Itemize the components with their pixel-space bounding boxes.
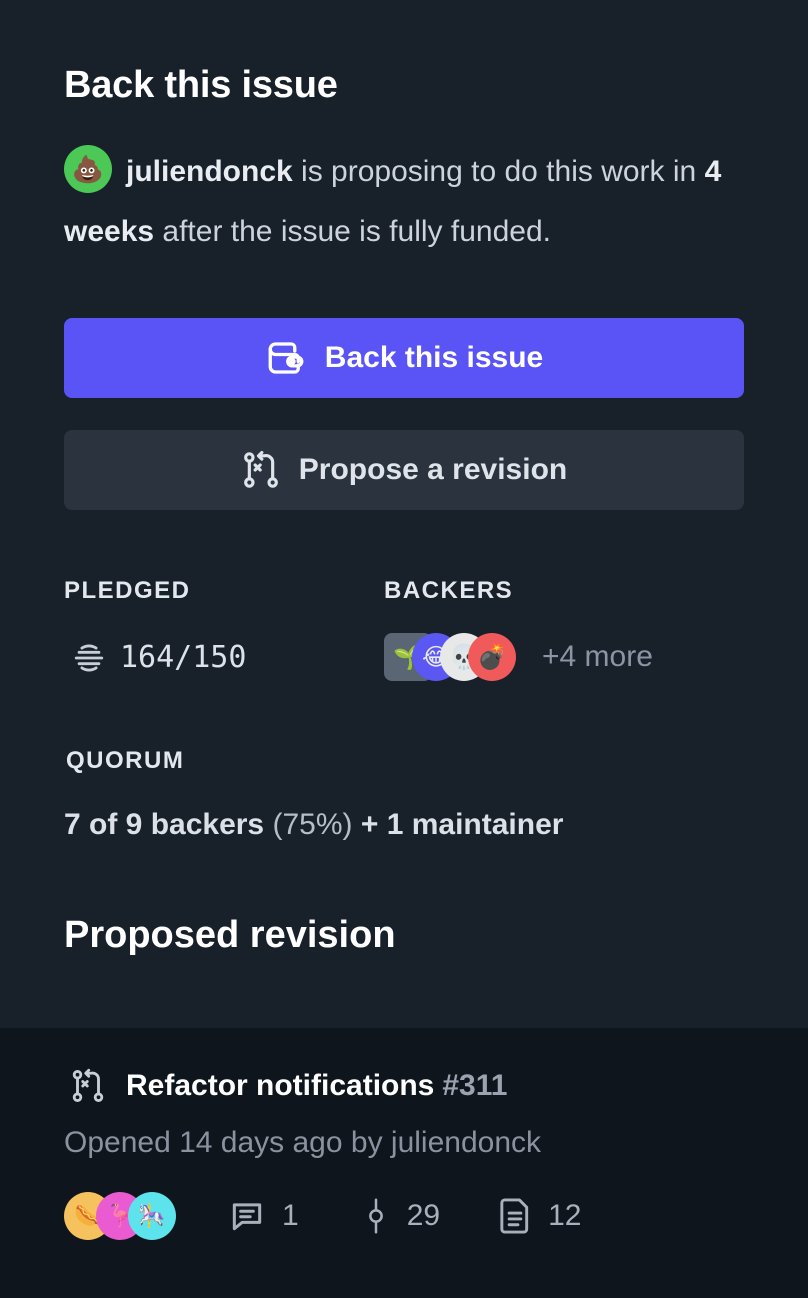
- pull-request-icon: [243, 450, 278, 488]
- quorum-maintainer: + 1 maintainer: [360, 808, 564, 841]
- more-backers-link[interactable]: +4 more: [542, 640, 653, 674]
- commit-icon: [368, 1198, 383, 1234]
- avatar[interactable]: 💣: [468, 633, 516, 681]
- pr-number: #311: [442, 1069, 508, 1102]
- backers-avatars: 🌱 😂 💀 💣 +4 more: [384, 632, 653, 682]
- avatar[interactable]: 🎠: [128, 1192, 176, 1240]
- quorum-value: 7 of 9 backers (75%) + 1 maintainer: [64, 808, 563, 842]
- pr-meta: Opened 14 days ago by juliendonck: [64, 1126, 542, 1159]
- page-title: Back this issue: [64, 64, 338, 106]
- propose-revision-button[interactable]: Propose a revision: [64, 430, 744, 510]
- proposal-text: 💩 juliendonck is proposing to do this wor…: [64, 142, 764, 262]
- pr-title[interactable]: Refactor notifications #311: [70, 1068, 507, 1104]
- propose-revision-button-label: Propose a revision: [298, 453, 568, 486]
- wallet-icon: [268, 342, 304, 374]
- pledged-value: 164/150: [72, 640, 246, 675]
- comments-count: 1: [228, 1197, 299, 1235]
- proposal-text-part1: is proposing to do this work in: [292, 155, 705, 188]
- proposer-username[interactable]: juliendonck: [126, 155, 293, 188]
- comments-value: 1: [282, 1199, 299, 1232]
- pledged-amount: 164/150: [120, 640, 247, 675]
- files-count: 12: [498, 1197, 581, 1235]
- radicle-coin-icon: [74, 644, 104, 671]
- quorum-percent: (75%): [272, 808, 353, 841]
- revision-card[interactable]: Refactor notifications #311 Opened 14 da…: [0, 1028, 808, 1298]
- pr-stats: 🌭 🦩 🎠 1 29 12: [64, 1192, 581, 1240]
- proposal-text-part2: after the issue is fully funded.: [154, 215, 551, 248]
- pledged-label: PLEDGED: [64, 577, 191, 604]
- commits-value: 29: [406, 1199, 441, 1232]
- pr-title-text: Refactor notifications: [126, 1069, 435, 1102]
- backers-label: BACKERS: [384, 577, 514, 604]
- back-issue-panel: Back this issue 💩 juliendonck is proposin…: [0, 0, 808, 1028]
- avatar[interactable]: 💩: [64, 145, 112, 194]
- file-icon: [500, 1198, 529, 1234]
- commits-count: 29: [361, 1197, 440, 1235]
- quorum-backers: 7 of 9 backers: [64, 808, 265, 841]
- back-issue-button[interactable]: Back this issue: [64, 318, 744, 398]
- files-value: 12: [548, 1199, 582, 1232]
- pull-request-icon: [72, 1068, 104, 1102]
- comment-icon: [232, 1203, 262, 1231]
- section-title: Proposed revision: [64, 914, 396, 956]
- back-issue-button-label: Back this issue: [324, 341, 544, 374]
- quorum-label: QUORUM: [66, 747, 185, 774]
- pr-avatars: 🌭 🦩 🎠: [64, 1192, 176, 1240]
